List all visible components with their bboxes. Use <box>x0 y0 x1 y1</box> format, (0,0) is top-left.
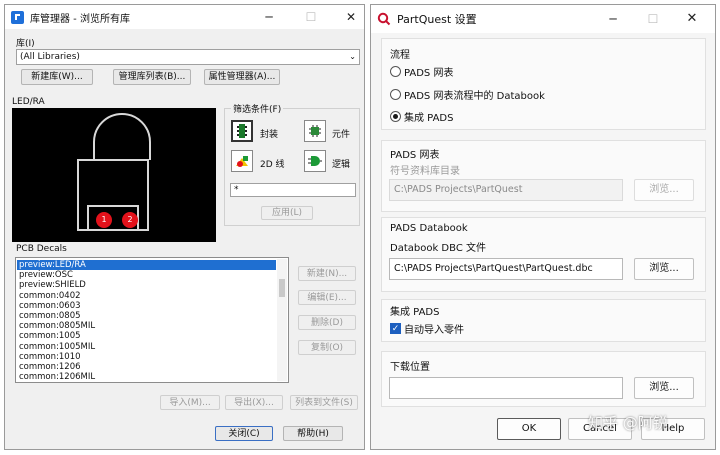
symbol-library-dir-label: 符号资料库目录 <box>390 166 460 177</box>
browse-download-button[interactable]: 浏览... <box>634 377 694 399</box>
minimize-button[interactable]: ─ <box>254 5 284 29</box>
delete-decal-button[interactable]: 删除(D) <box>298 315 356 330</box>
databook-group: PADS Databook Databook DBC 文件 C:\PADS Pr… <box>381 217 706 292</box>
integrated-pads-group: 集成 PADS ✓ 自动导入零件 <box>381 299 706 342</box>
checkmark-icon: ✓ <box>390 323 401 334</box>
edit-decal-button[interactable]: 编辑(E)... <box>298 290 356 305</box>
symbol-library-dir-input[interactable]: C:\PADS Projects\PartQuest <box>389 179 623 201</box>
library-select-value: (All Libraries) <box>20 52 80 62</box>
close-dialog-button[interactable]: 关闭(C) <box>215 426 273 441</box>
decal-list-item[interactable]: common:0603 <box>17 301 276 311</box>
ok-button[interactable]: OK <box>497 418 561 440</box>
netlist-heading: PADS 网表 <box>390 150 440 161</box>
radio-selected-icon <box>390 111 401 122</box>
preview-label: LED/RA <box>12 97 45 107</box>
pad-1: 1 <box>96 212 112 228</box>
new-decal-button[interactable]: 新建(N)... <box>298 266 356 281</box>
pcb-decals-label: PCB Decals <box>16 244 67 254</box>
flow-option-integrated[interactable]: 集成 PADS <box>390 109 453 124</box>
filter-decals-label: 封装 <box>260 130 279 140</box>
integrated-pads-heading: 集成 PADS <box>390 307 440 318</box>
auto-import-parts-checkbox[interactable]: ✓ 自动导入零件 <box>390 321 464 336</box>
auto-import-parts-label: 自动导入零件 <box>404 325 464 336</box>
filter-parts-label: 元件 <box>332 130 351 140</box>
filter-decals-button[interactable] <box>231 120 253 142</box>
library-manager-title: 库管理器 - 浏览所有库 <box>30 13 130 25</box>
filter-pattern-input[interactable]: * <box>230 183 356 197</box>
partquest-title: PartQuest 设置 <box>397 13 477 26</box>
flow-option-netlist[interactable]: PADS 网表 <box>390 64 453 79</box>
netlist-group: PADS 网表 符号资料库目录 C:\PADS Projects\PartQue… <box>381 140 706 212</box>
decal-list-scrollbar[interactable] <box>277 259 287 381</box>
filter-logic-button[interactable] <box>304 150 326 172</box>
decal-list-scroll-thumb[interactable] <box>279 279 285 297</box>
minimize-button[interactable]: ─ <box>598 7 628 31</box>
partquest-app-icon <box>377 12 391 26</box>
decal-list-item[interactable]: common:0805MIL <box>17 321 276 331</box>
list-to-file-button[interactable]: 列表到文件(S) <box>290 395 358 410</box>
flow-option-label: 集成 PADS <box>404 113 454 124</box>
decal-preview: 1 2 <box>12 108 216 242</box>
apply-filter-button[interactable]: 应用(L) <box>261 206 313 220</box>
decal-filter-icon <box>237 124 247 138</box>
help-button[interactable]: 帮助(H) <box>283 426 343 441</box>
filter-parts-button[interactable] <box>304 120 326 142</box>
flow-option-label: PADS 网表流程中的 Databook <box>404 91 545 102</box>
filter-logic-label: 逻辑 <box>332 160 351 170</box>
library-label: 库(I) <box>16 39 35 49</box>
logic-filter-icon <box>308 156 322 166</box>
decal-list-item[interactable]: preview:LED/RA <box>17 260 276 271</box>
decal-list-item[interactable]: common:0402 <box>17 291 276 301</box>
pcb-decals-list[interactable]: preview:LED/RA preview:OSC preview:SHIEL… <box>15 257 289 383</box>
flow-heading: 流程 <box>390 50 410 61</box>
partquest-titlebar[interactable]: PartQuest 设置 ─ ☐ ✕ <box>371 5 715 33</box>
maximize-button: ☐ <box>305 10 317 24</box>
new-library-button[interactable]: 新建库(W)... <box>21 69 93 85</box>
databook-dbc-label: Databook DBC 文件 <box>390 243 486 254</box>
attribute-manager-button[interactable]: 属性管理器(A)... <box>204 69 280 85</box>
decal-list-item[interactable]: preview:OSC <box>17 270 276 280</box>
export-button[interactable]: 导出(X)... <box>225 395 283 410</box>
download-location-group: 下载位置 浏览... <box>381 351 706 407</box>
copy-decal-button[interactable]: 复制(O) <box>298 340 356 355</box>
flow-group: 流程 PADS 网表 PADS 网表流程中的 Databook 集成 PADS <box>381 38 706 130</box>
filter-2d-lines-button[interactable] <box>231 150 253 172</box>
library-select[interactable]: (All Libraries) ⌄ <box>16 49 360 65</box>
part-filter-icon <box>309 125 321 137</box>
flow-option-databook[interactable]: PADS 网表流程中的 Databook <box>390 87 545 102</box>
flow-option-label: PADS 网表 <box>404 68 454 79</box>
import-button[interactable]: 导入(M)... <box>160 395 220 410</box>
databook-heading: PADS Databook <box>390 223 468 234</box>
library-app-icon <box>11 10 24 24</box>
decal-list-item[interactable]: common:1206MIL <box>17 372 276 382</box>
download-location-heading: 下载位置 <box>390 362 430 373</box>
decal-list-item[interactable]: preview:SHIELD <box>17 280 276 290</box>
pad-2: 2 <box>122 212 138 228</box>
manage-library-list-button[interactable]: 管理库列表(B)... <box>113 69 191 85</box>
browse-symbol-dir-button[interactable]: 浏览... <box>634 179 694 201</box>
library-manager-titlebar[interactable]: 库管理器 - 浏览所有库 ─ ☐ ✕ <box>5 5 364 29</box>
decal-list-item[interactable]: common:1005 <box>17 331 276 341</box>
decal-list-item[interactable]: common:1010 <box>17 352 276 362</box>
decal-list-item[interactable]: common:0805 <box>17 311 276 321</box>
filter-2d-lines-label: 2D 线 <box>260 160 285 170</box>
led-footprint-graphic <box>77 113 151 231</box>
chevron-down-icon: ⌄ <box>349 52 356 61</box>
browse-dbc-button[interactable]: 浏览... <box>634 258 694 280</box>
download-location-input[interactable] <box>389 377 623 399</box>
radio-icon <box>390 66 401 77</box>
library-manager-window: 库管理器 - 浏览所有库 ─ ☐ ✕ 库(I) (All Libraries) … <box>4 4 365 450</box>
close-window-button[interactable]: ✕ <box>677 7 707 31</box>
close-window-button[interactable]: ✕ <box>336 5 364 29</box>
maximize-button: ☐ <box>647 12 659 26</box>
decal-list-item[interactable]: common:1206 <box>17 362 276 372</box>
watermark: 知乎 @阿锐 <box>588 414 668 432</box>
filter-group-label: 筛选条件(F) <box>231 102 284 115</box>
2d-line-filter-icon <box>236 156 248 167</box>
radio-icon <box>390 89 401 100</box>
decal-list-item[interactable]: common:1005MIL <box>17 342 276 352</box>
databook-dbc-input[interactable]: C:\PADS Projects\PartQuest\PartQuest.dbc <box>389 258 623 280</box>
partquest-settings-window: PartQuest 设置 ─ ☐ ✕ 流程 PADS 网表 PADS 网表流程中… <box>370 4 716 450</box>
